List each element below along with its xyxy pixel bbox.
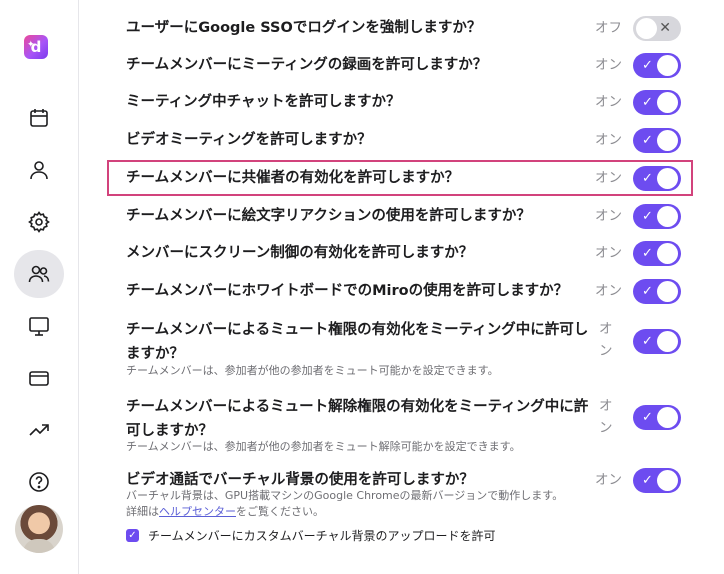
- status-text: オン: [595, 283, 622, 299]
- toggle-knob: [657, 331, 678, 352]
- toggle-check-icon: ✓: [642, 246, 653, 261]
- setting-label: ビデオミーティングを許可しますか？: [126, 132, 372, 148]
- setting-label: ミーティング中チャットを許可しますか？: [126, 94, 401, 110]
- status-text: オン: [595, 245, 622, 261]
- description-text-end: をご覧ください。: [236, 505, 324, 518]
- checkbox-label: チームメンバーにカスタムバーチャル背景のアップロードを許可: [148, 529, 496, 543]
- toggle-switch[interactable]: ✓: [633, 90, 681, 115]
- status-text: オン: [595, 94, 622, 110]
- setting-label: ユーザーにGoogle SSOでログインを強制しますか？: [126, 20, 482, 36]
- setting-row-virtual-background: ビデオ通話でバーチャル背景の使用を許可しますか？ バーチャル背景は、GPU搭載マ…: [126, 468, 701, 524]
- people-icon[interactable]: [14, 250, 64, 298]
- toggle-knob: [657, 407, 678, 428]
- toggle-knob: [636, 18, 657, 39]
- setting-row-unmute: チームメンバーによるミュート解除権限の有効化をミーティング中に許可しますか？ チ…: [126, 395, 701, 457]
- setting-label: チームメンバーによるミュート解除権限の有効化をミーティング中に許可しますか？: [126, 399, 589, 439]
- toggle-switch[interactable]: ✓: [633, 166, 681, 191]
- status-text: オン: [595, 170, 622, 186]
- setting-description: チームメンバーは、参加者が他の参加者をミュート解除可能かを設定できます。: [126, 440, 521, 453]
- toggle-check-icon: ✓: [642, 473, 653, 488]
- toggle-knob: [657, 243, 678, 264]
- status-text: オン: [599, 398, 613, 436]
- toggle-check-icon: ✓: [642, 171, 653, 186]
- status-text: オン: [595, 472, 622, 488]
- status-text: オン: [595, 208, 622, 224]
- toggle-check-icon: ✓: [642, 410, 653, 425]
- setting-label: メンバーにスクリーン制御の有効化を許可しますか？: [126, 245, 474, 261]
- trending-icon[interactable]: [14, 406, 64, 454]
- toggle-knob: [657, 470, 678, 491]
- toggle-switch[interactable]: ✓: [633, 128, 681, 153]
- setting-label: チームメンバーに共催者の有効化を許可しますか？: [126, 170, 460, 186]
- calendar-icon[interactable]: [14, 94, 64, 142]
- status-text: オン: [599, 321, 613, 359]
- setting-label: チームメンバーに絵文字リアクションの使用を許可しますか？: [126, 208, 531, 224]
- toggle-knob: [657, 92, 678, 113]
- status-text: オン: [595, 132, 622, 148]
- toggle-switch[interactable]: ✓: [633, 53, 681, 78]
- gear-icon[interactable]: [14, 198, 64, 246]
- toggle-knob: [657, 130, 678, 151]
- avatar[interactable]: [15, 505, 63, 553]
- app-logo[interactable]: ✦ d: [24, 35, 48, 59]
- toggle-switch[interactable]: ✓: [633, 204, 681, 229]
- setting-description: バーチャル背景は、GPU搭載マシンのGoogle Chromeの最新バージョンで…: [126, 488, 566, 520]
- status-text: オフ: [595, 20, 622, 36]
- setting-label: チームメンバーによるミュート権限の有効化をミーティング中に許可しますか？: [126, 322, 589, 362]
- toggle-check-icon: ✓: [642, 95, 653, 110]
- help-center-link[interactable]: ヘルプセンター: [159, 505, 236, 518]
- setting-label: チームメンバーにホワイトボードでのMiroの使用を許可しますか？: [126, 283, 569, 299]
- setting-description: チームメンバーは、参加者が他の参加者をミュート可能かを設定できます。: [126, 364, 499, 377]
- toggle-knob: [657, 281, 678, 302]
- sidebar: ✦ d: [0, 0, 79, 574]
- setting-row-mute: チームメンバーによるミュート権限の有効化をミーティング中に許可しますか？ チーム…: [126, 318, 701, 380]
- toggle-check-icon: ✓: [642, 58, 653, 73]
- setting-label: チームメンバーにミーティングの録画を許可しますか？: [126, 57, 488, 73]
- toggle-switch[interactable]: ✓: [633, 279, 681, 304]
- toggle-switch[interactable]: ✓: [633, 405, 681, 430]
- credit-card-icon[interactable]: [14, 354, 64, 402]
- monitor-icon[interactable]: [14, 302, 64, 350]
- toggle-switch[interactable]: ✓: [633, 468, 681, 493]
- toggle-switch[interactable]: ✓: [633, 241, 681, 266]
- toggle-knob: [657, 206, 678, 227]
- toggle-check-icon: ✓: [642, 284, 653, 299]
- toggle-check-icon: ✓: [642, 209, 653, 224]
- person-icon[interactable]: [14, 146, 64, 194]
- toggle-knob: [657, 168, 678, 189]
- status-text: オン: [595, 57, 622, 73]
- toggle-x-icon: ✕: [659, 20, 671, 36]
- toggle-knob: [657, 55, 678, 76]
- toggle-check-icon: ✓: [642, 334, 653, 349]
- toggle-check-icon: ✓: [642, 133, 653, 148]
- custom-background-checkbox-row[interactable]: ✓ チームメンバーにカスタムバーチャル背景のアップロードを許可: [126, 527, 496, 544]
- toggle-switch[interactable]: ✓: [633, 329, 681, 354]
- toggle-switch[interactable]: ✕: [633, 16, 681, 41]
- help-icon[interactable]: [14, 458, 64, 506]
- checkbox[interactable]: ✓: [126, 529, 139, 542]
